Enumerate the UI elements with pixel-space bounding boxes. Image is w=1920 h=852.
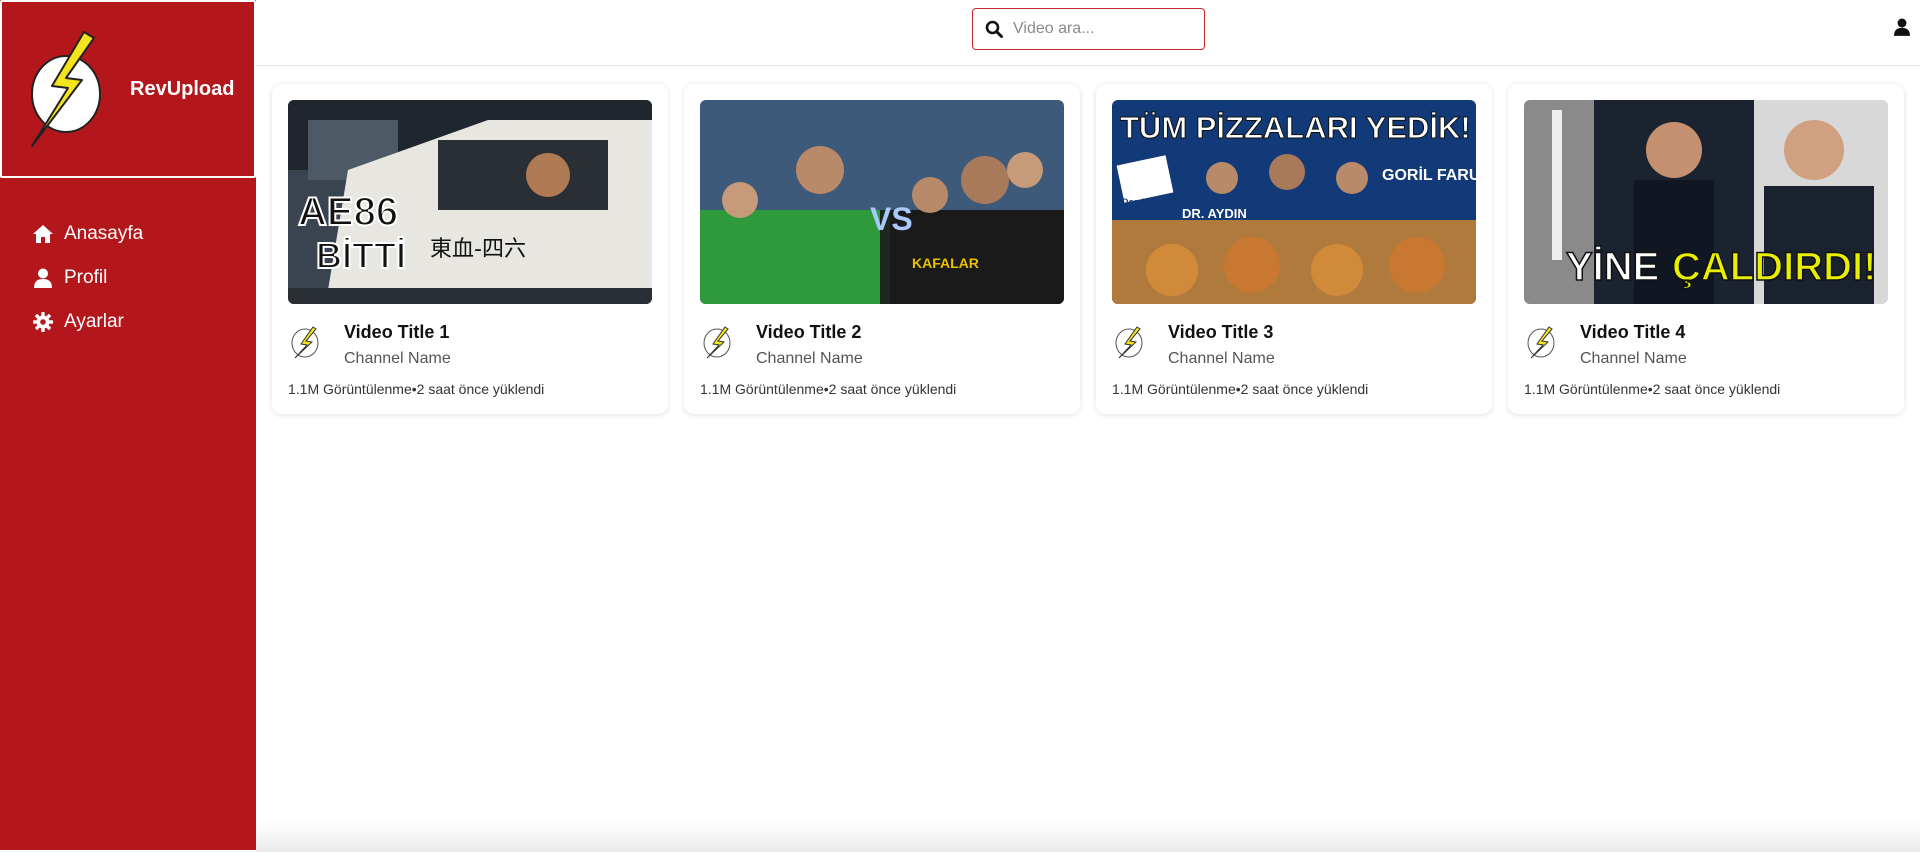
channel-avatar[interactable] <box>288 324 324 360</box>
sidebar-item-label: Ayarlar <box>64 311 124 332</box>
video-card[interactable]: TÜM PİZZALARI YEDİK! Domino's Pizza DR. … <box>1096 84 1492 414</box>
thumb-text: VS <box>870 201 913 237</box>
video-title[interactable]: Video Title 1 <box>344 322 449 343</box>
thumb-text: TÜM PİZZALARI YEDİK! <box>1120 110 1471 145</box>
thumb-text: KAFALAR <box>912 255 979 271</box>
channel-name[interactable]: Channel Name <box>1168 350 1275 368</box>
video-card[interactable]: AE86 BİTTİ 東血-四六 Video Title 1 Channel N… <box>272 84 668 414</box>
thumb-text: AE86 <box>298 190 398 234</box>
sidebar-item-profile[interactable]: Profil <box>0 256 256 300</box>
channel-name[interactable]: Channel Name <box>1580 350 1687 368</box>
search-icon[interactable] <box>985 20 1003 38</box>
thumb-text: BİTTİ <box>316 235 406 276</box>
channel-avatar[interactable] <box>700 324 736 360</box>
home-icon <box>32 223 54 245</box>
video-title[interactable]: Video Title 4 <box>1580 322 1685 343</box>
upload-time: 2 saat önce yüklendi <box>1652 381 1781 397</box>
video-title[interactable]: Video Title 3 <box>1168 322 1273 343</box>
video-meta: 1.1M Görüntülenme•2 saat önce yüklendi <box>288 381 544 397</box>
channel-name[interactable]: Channel Name <box>756 350 863 368</box>
channel-avatar[interactable] <box>1524 324 1560 360</box>
thumb-text: ÇALDIRDI! <box>1672 245 1876 289</box>
view-count: 1.1M Görüntülenme <box>700 381 824 397</box>
channel-name[interactable]: Channel Name <box>344 350 451 368</box>
video-grid: AE86 BİTTİ 東血-四六 Video Title 1 Channel N… <box>272 84 1904 414</box>
bottom-shadow <box>256 820 1920 852</box>
video-meta: 1.1M Görüntülenme•2 saat önce yüklendi <box>700 381 956 397</box>
upload-time: 2 saat önce yüklendi <box>828 381 957 397</box>
gear-icon <box>32 311 54 333</box>
thumb-text: 東血-四六 <box>430 237 526 262</box>
sidebar-item-label: Anasayfa <box>64 223 144 244</box>
thumb-text: DR. AYDIN <box>1182 206 1247 221</box>
user-icon[interactable] <box>1894 18 1914 38</box>
sidebar-item-home[interactable]: Anasayfa <box>0 212 256 256</box>
sidebar-item-label: Profil <box>64 267 108 288</box>
user-icon <box>32 267 54 289</box>
video-meta: 1.1M Görüntülenme•2 saat önce yüklendi <box>1524 381 1780 397</box>
video-thumbnail[interactable]: VS KAFALAR <box>700 100 1064 304</box>
search-input[interactable] <box>1013 20 1183 38</box>
search-box[interactable] <box>972 8 1205 50</box>
video-card[interactable]: VS KAFALAR Video Title 2 Channel Name 1.… <box>684 84 1080 414</box>
video-title[interactable]: Video Title 2 <box>756 322 861 343</box>
view-count: 1.1M Görüntülenme <box>1112 381 1236 397</box>
video-thumbnail[interactable]: TÜM PİZZALARI YEDİK! Domino's Pizza DR. … <box>1112 100 1476 304</box>
upload-time: 2 saat önce yüklendi <box>1240 381 1369 397</box>
sidebar: RevUpload Anasayfa Profil Ayarlar <box>0 0 256 850</box>
video-card[interactable]: YİNE ÇALDIRDI! Video Title 4 Channel Nam… <box>1508 84 1904 414</box>
sidebar-nav: Anasayfa Profil Ayarlar <box>0 212 256 344</box>
channel-avatar[interactable] <box>1112 324 1148 360</box>
video-meta: 1.1M Görüntülenme•2 saat önce yüklendi <box>1112 381 1368 397</box>
thumb-text: Domino's Pizza <box>1122 197 1189 207</box>
upload-time: 2 saat önce yüklendi <box>416 381 545 397</box>
thumb-text: GORİL FARUK <box>1382 166 1476 184</box>
thumb-text: YİNE <box>1566 245 1659 289</box>
sidebar-item-settings[interactable]: Ayarlar <box>0 300 256 344</box>
brand-logo-box[interactable]: RevUpload <box>0 0 256 178</box>
view-count: 1.1M Görüntülenme <box>1524 381 1648 397</box>
app-root: RevUpload Anasayfa Profil Ayarlar Video … <box>0 0 1920 852</box>
flash-logo-icon <box>31 31 101 147</box>
top-header <box>256 0 1920 66</box>
view-count: 1.1M Görüntülenme <box>288 381 412 397</box>
brand-name: RevUpload <box>130 78 235 100</box>
video-thumbnail[interactable]: AE86 BİTTİ 東血-四六 <box>288 100 652 304</box>
video-thumbnail[interactable]: YİNE ÇALDIRDI! <box>1524 100 1888 304</box>
